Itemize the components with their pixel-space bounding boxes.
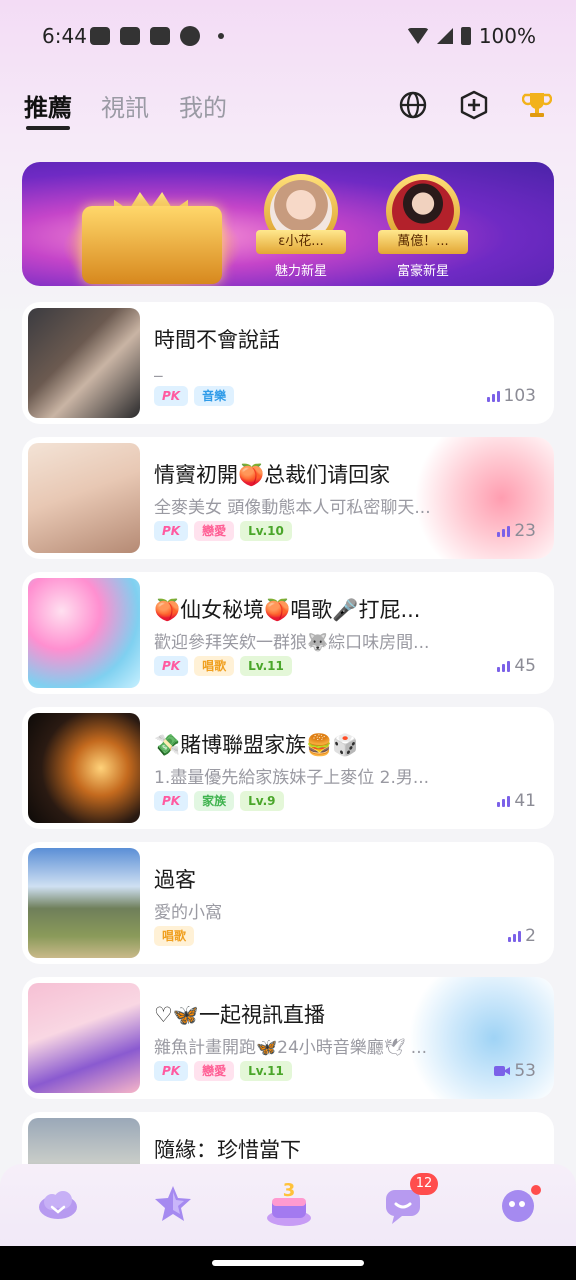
room-title: 隨緣：珍惜當下: [154, 1138, 301, 1162]
tag-category: 家族: [194, 791, 235, 811]
charm-star-medal[interactable]: ε小花... 魅力新星: [256, 174, 346, 279]
tag-level: Lv.11: [240, 656, 292, 676]
room-card[interactable]: 💸賭博聯盟家族🍔🎲 1.盡量優先給家族妹子上麥位 2.男... PK 家族 Lv…: [22, 707, 554, 829]
video-camera-icon: [494, 1066, 511, 1076]
room-tags: PK 唱歌 Lv.11: [154, 656, 292, 676]
gesture-bar: [0, 1246, 576, 1280]
signal-bars-icon: [497, 660, 511, 672]
globe-icon[interactable]: [398, 90, 428, 120]
top-header: 推薦 視訊 我的: [0, 80, 576, 140]
room-tags: PK 家族 Lv.9: [154, 791, 284, 811]
room-viewer-count: 53: [494, 1061, 536, 1081]
room-subtitle: 愛的小窩: [154, 903, 222, 923]
room-tags: PK 戀愛 Lv.11: [154, 1061, 292, 1081]
discord-icon: [120, 27, 140, 45]
signal-bars-icon: [497, 525, 511, 537]
room-subtitle: 歡迎參拜笑欸一群狼🐺綜口味房間...: [154, 633, 430, 653]
status-time: 6:44: [42, 24, 87, 48]
medal-name: 萬億！...: [378, 230, 468, 254]
room-subtitle: 雜魚計畫開跑🦋24小時音樂廳🕊 ...: [154, 1038, 427, 1058]
notification-icons: [90, 26, 224, 46]
room-thumbnail: [28, 713, 140, 823]
cell-signal-icon: [436, 28, 453, 44]
room-subtitle: _: [154, 358, 163, 378]
dot-icon: [218, 33, 224, 39]
wifi-icon: [406, 28, 429, 44]
tag-pk: PK: [154, 1061, 189, 1081]
home-cloud-icon[interactable]: [36, 1182, 80, 1226]
rich-star-medal[interactable]: 萬億！... 富豪新星: [378, 174, 468, 279]
system-icons: 100%: [406, 24, 536, 48]
tag-pk: PK: [154, 521, 189, 541]
room-card[interactable]: ♡🦋一起視訊直播 雜魚計畫開跑🦋24小時音樂廳🕊 ... PK 戀愛 Lv.11…: [22, 977, 554, 1099]
battery-icon: [460, 27, 471, 45]
add-circle-icon[interactable]: [459, 90, 489, 120]
medal-caption: 魅力新星: [274, 264, 327, 279]
room-subtitle: 全麥美女 頭像動態本人可私密聊天...: [154, 498, 431, 518]
tab-mine[interactable]: 我的: [179, 88, 227, 123]
star-icon[interactable]: [151, 1182, 195, 1226]
room-thumbnail: [28, 578, 140, 688]
tag-level: Lv.11: [240, 1061, 292, 1081]
tag-level: Lv.9: [240, 791, 284, 811]
active-tab-indicator: [26, 126, 70, 130]
room-card[interactable]: 時間不會說話 _ PK 音樂 103: [22, 302, 554, 424]
signal-bars-icon: [508, 930, 522, 942]
room-title: ♡🦋一起視訊直播: [154, 1003, 325, 1027]
room-card[interactable]: 過客 愛的小窩 唱歌 2: [22, 842, 554, 964]
battery-percent: 100%: [478, 24, 536, 48]
profile-icon[interactable]: [498, 1182, 542, 1226]
signal-bars-icon: [486, 390, 500, 402]
sticker-icon: [150, 27, 170, 45]
signal-bars-icon: [497, 795, 511, 807]
home-indicator[interactable]: [212, 1260, 364, 1266]
room-title: 時間不會說話: [154, 328, 280, 352]
trophy-icon[interactable]: [522, 90, 552, 120]
room-tags: PK 戀愛 Lv.10: [154, 521, 292, 541]
room-listener-count: 41: [497, 791, 536, 811]
discord-icon: [90, 27, 110, 45]
room-thumbnail: [28, 848, 140, 958]
room-tags: PK 音樂: [154, 386, 235, 406]
tag-category: 戀愛: [194, 521, 235, 541]
room-tags: 唱歌: [154, 926, 195, 946]
bottom-navigation: 3: [0, 1164, 576, 1246]
tag-pk: PK: [154, 791, 189, 811]
room-card[interactable]: 情竇初開🍑总裁们请回家 全麥美女 頭像動態本人可私密聊天... PK 戀愛 Lv…: [22, 437, 554, 559]
room-listener-count: 45: [497, 656, 536, 676]
room-thumbnail: [28, 308, 140, 418]
tab-video[interactable]: 視訊: [101, 88, 149, 123]
status-bar: 6:44 100%: [0, 0, 576, 72]
medal-caption: 富豪新星: [396, 264, 449, 279]
chat-unread-badge: 12: [410, 1173, 438, 1195]
svg-text:3: 3: [283, 1180, 296, 1201]
line-icon: [180, 26, 200, 46]
room-subtitle: 1.盡量優先給家族妹子上麥位 2.男...: [154, 768, 430, 788]
room-title: 過客: [154, 868, 196, 892]
room-title: 情竇初開🍑总裁们请回家: [154, 463, 391, 487]
room-thumbnail: [28, 983, 140, 1093]
room-thumbnail: [28, 443, 140, 553]
room-listener-count: 2: [508, 926, 536, 946]
promo-banner[interactable]: ε小花... 魅力新星 萬億！... 富豪新星: [22, 162, 554, 286]
tag-category: 唱歌: [194, 656, 235, 676]
room-card[interactable]: 🍑仙女秘境🍑唱歌🎤打屁... 歡迎參拜笑欸一群狼🐺綜口味房間... PK 唱歌 …: [22, 572, 554, 694]
room-listener-count: 23: [497, 521, 536, 541]
treasure-chest-icon: [82, 206, 222, 284]
tag-category: 唱歌: [154, 926, 195, 946]
party-cake-icon[interactable]: 3: [264, 1174, 314, 1228]
room-title: 💸賭博聯盟家族🍔🎲: [154, 733, 359, 757]
tag-category: 音樂: [194, 386, 235, 406]
tag-pk: PK: [154, 656, 189, 676]
room-listener-count: 103: [486, 386, 536, 406]
room-title: 🍑仙女秘境🍑唱歌🎤打屁...: [154, 598, 421, 622]
tag-category: 戀愛: [194, 1061, 235, 1081]
tab-recommended[interactable]: 推薦: [24, 88, 72, 123]
tag-level: Lv.10: [240, 521, 292, 541]
tag-pk: PK: [154, 386, 189, 406]
medal-name: ε小花...: [256, 230, 346, 254]
